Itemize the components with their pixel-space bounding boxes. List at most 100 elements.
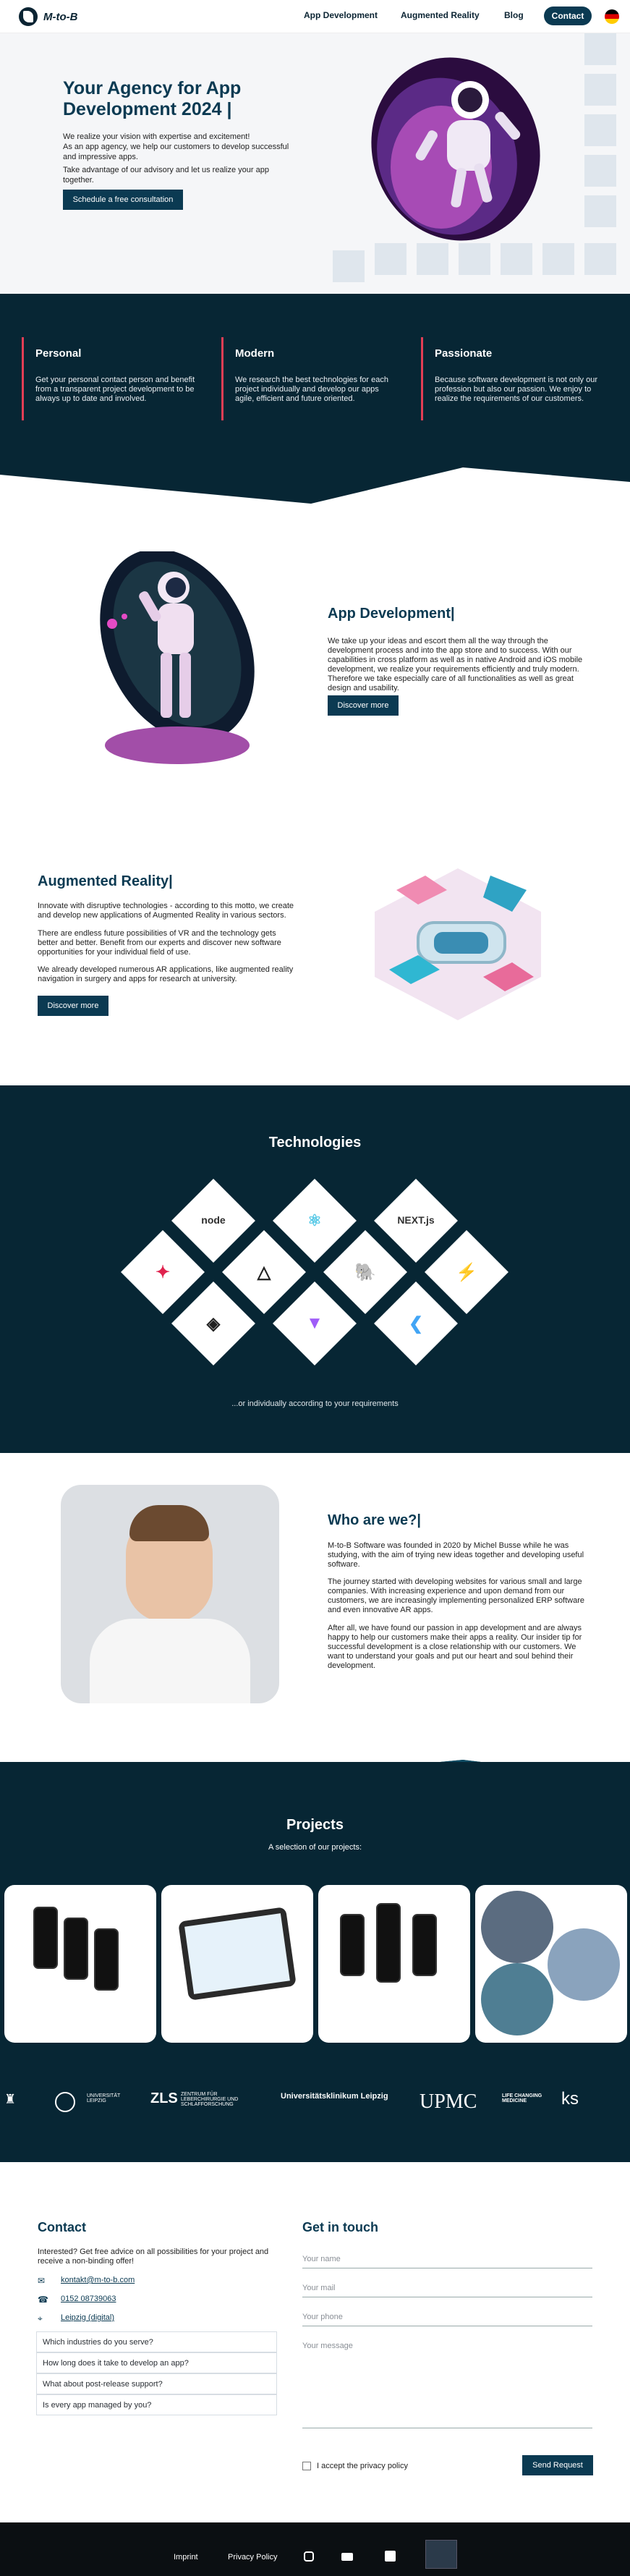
hero-text-2: As an app agency, we help our customers … (63, 143, 289, 161)
site-footer (0, 2522, 630, 2576)
projects-section: Projects A selection of our projects: ♜ … (0, 1762, 630, 2162)
augmented-reality-title: Augmented Reality| (38, 873, 173, 889)
instagram-icon[interactable] (304, 2551, 314, 2562)
message-field[interactable]: Your message (302, 2342, 592, 2428)
nextjs-logo: NEXT.js (397, 1214, 435, 1226)
node-logo: node (201, 1214, 226, 1226)
zls-logo-icon: ZLS (150, 2090, 178, 2106)
ar-text-3: We already developed numerous AR applica… (38, 965, 294, 983)
logo[interactable]: M-to-B (19, 7, 77, 26)
name-field[interactable]: Your name (302, 2255, 592, 2268)
partner-uniklinikum: Universitätsklinikum Leipzig (281, 2092, 388, 2101)
projects-subtitle: A selection of our projects: (268, 1843, 362, 1852)
technologies-title: Technologies (268, 1135, 362, 1151)
nav-augmented-reality[interactable]: Augmented Reality (401, 10, 480, 20)
about-text-1: M-to-B Software was founded in 2020 by M… (328, 1541, 584, 1569)
award-badge-icon[interactable] (425, 2540, 457, 2569)
schedule-consultation-button[interactable]: Schedule a free consultation (63, 190, 183, 210)
ar-text-1: Innovate with disruptive technologies - … (38, 902, 294, 920)
privacy-label: I accept the privacy policy (317, 2462, 408, 2470)
threejs-icon: △ (257, 1263, 271, 1282)
faq-item[interactable]: What about post-release support? (36, 2373, 277, 2394)
logo-text: M-to-B (43, 10, 78, 23)
privacy-checkbox[interactable] (302, 2462, 311, 2470)
partner-logos: ♜ UNIVERSITÄT LEIPZIG ZLS ZENTRUM FÜR LE… (0, 2073, 630, 2162)
email-icon[interactable] (341, 2553, 353, 2561)
location-icon: ⌖ (38, 2313, 43, 2323)
partner-upmc: UPMC (420, 2090, 477, 2113)
feature-title: Personal (35, 347, 82, 360)
feature-passionate: Passionate Because software development … (421, 337, 598, 420)
app-development-text: We take up your ideas and escort them al… (328, 637, 583, 692)
form-title: Get in touch (302, 2220, 378, 2234)
app-development-title: App Development| (328, 606, 455, 622)
project-card[interactable] (161, 1885, 313, 2043)
technologies-section: Technologies node ⚛ NEXT.js ✦ △ 🐘 ⚡ ◈ ▼ … (0, 1085, 630, 1453)
flutter-icon: ❮ (408, 1314, 424, 1334)
contact-title: Contact (38, 2220, 86, 2234)
university-seal-icon (55, 2092, 75, 2112)
nav-app-development[interactable]: App Development (304, 10, 378, 20)
about-title: Who are we?| (328, 1512, 421, 1528)
ar-text-2: There are endless future possibilities o… (38, 929, 281, 957)
astronaut-illustration (371, 57, 540, 241)
vr-headset-illustration (375, 868, 541, 1020)
feature-text: Because software development is not only… (435, 376, 598, 403)
feature-text: We research the best technologies for ea… (235, 376, 388, 403)
imprint-link[interactable]: Imprint (174, 2553, 198, 2562)
contact-intro: Interested? Get free advice on all possi… (38, 2247, 269, 2266)
hero-text-3: Take advantage of our advisory and let u… (63, 166, 269, 185)
contact-phone-link[interactable]: 0152 08739063 (61, 2295, 116, 2303)
project-card[interactable] (475, 1885, 627, 2043)
about-text-3: After all, we have found our passion in … (328, 1624, 582, 1670)
feature-personal: Personal Get your personal contact perso… (22, 337, 199, 420)
phone-field[interactable]: Your phone (302, 2313, 592, 2326)
partner-zentrum: ZENTRUM FÜR LEBERCHIRURGIE UND SCHLAFFOR… (181, 2092, 239, 2107)
send-request-button[interactable]: Send Request (522, 2455, 593, 2475)
contact-address-link[interactable]: Leipzig (digital) (61, 2313, 114, 2322)
features-section: Personal Get your personal contact perso… (0, 294, 630, 505)
feature-modern: Modern We research the best technologies… (221, 337, 399, 420)
mail-icon: ✉ (38, 2276, 46, 2286)
feature-title: Modern (235, 347, 275, 360)
contact-email-link[interactable]: kontakt@m-to-b.com (61, 2276, 135, 2284)
phone-icon: ☎ (38, 2295, 48, 2305)
unity-icon: ◈ (206, 1314, 221, 1334)
about-text-2: The journey started with developing webs… (328, 1577, 585, 1614)
faq-item[interactable]: How long does it take to develop an app? (36, 2352, 277, 2373)
project-card[interactable] (4, 1885, 156, 2043)
site-header: M-to-B App Development Augmented Reality… (0, 0, 630, 33)
hero-section: Your Agency for App Development 2024 | W… (0, 33, 630, 294)
feature-text: Get your personal contact person and ben… (35, 376, 195, 403)
projects-title: Projects (286, 1817, 344, 1833)
partner-uni-leipzig: UNIVERSITÄT LEIPZIG (87, 2093, 121, 2103)
contact-button[interactable]: Contact (544, 7, 592, 25)
postgres-icon: 🐘 (354, 1263, 376, 1282)
hero-title: Your Agency for App Development 2024 | (63, 78, 242, 119)
contact-section: Contact Interested? Get free advice on a… (0, 2162, 630, 2522)
founder-photo (61, 1485, 279, 1703)
faq-item[interactable]: Is every app managed by you? (36, 2394, 277, 2415)
project-card[interactable] (318, 1885, 470, 2043)
technologies-caption: ...or individually according to your req… (231, 1399, 399, 1408)
linkedin-icon[interactable] (385, 2551, 396, 2562)
vite-icon: ▼ (306, 1313, 323, 1333)
supabase-icon: ⚡ (456, 1263, 477, 1282)
partner-ks: ks (561, 2089, 579, 2109)
astronaut-moon-illustration (100, 551, 255, 764)
hero-text-1: We realize your vision with expertise an… (63, 132, 250, 141)
german-flag-icon[interactable] (605, 9, 619, 24)
mail-field[interactable]: Your mail (302, 2284, 592, 2297)
ar-discover-button[interactable]: Discover more (38, 996, 108, 1016)
app-development-discover-button[interactable]: Discover more (328, 695, 399, 716)
faq-item[interactable]: Which industries do you serve? (36, 2331, 277, 2352)
nest-icon: ✦ (155, 1263, 171, 1282)
wave-divider (0, 453, 630, 505)
react-icon: ⚛ (307, 1211, 322, 1229)
privacy-policy-link[interactable]: Privacy Policy (228, 2553, 277, 2562)
feature-title: Passionate (435, 347, 493, 360)
nav-blog[interactable]: Blog (504, 10, 524, 20)
partner-crest-icon: ♜ (4, 2092, 17, 2106)
logo-icon (19, 7, 38, 26)
partner-upmc-tagline: LIFE CHANGING MEDICINE (502, 2093, 542, 2103)
